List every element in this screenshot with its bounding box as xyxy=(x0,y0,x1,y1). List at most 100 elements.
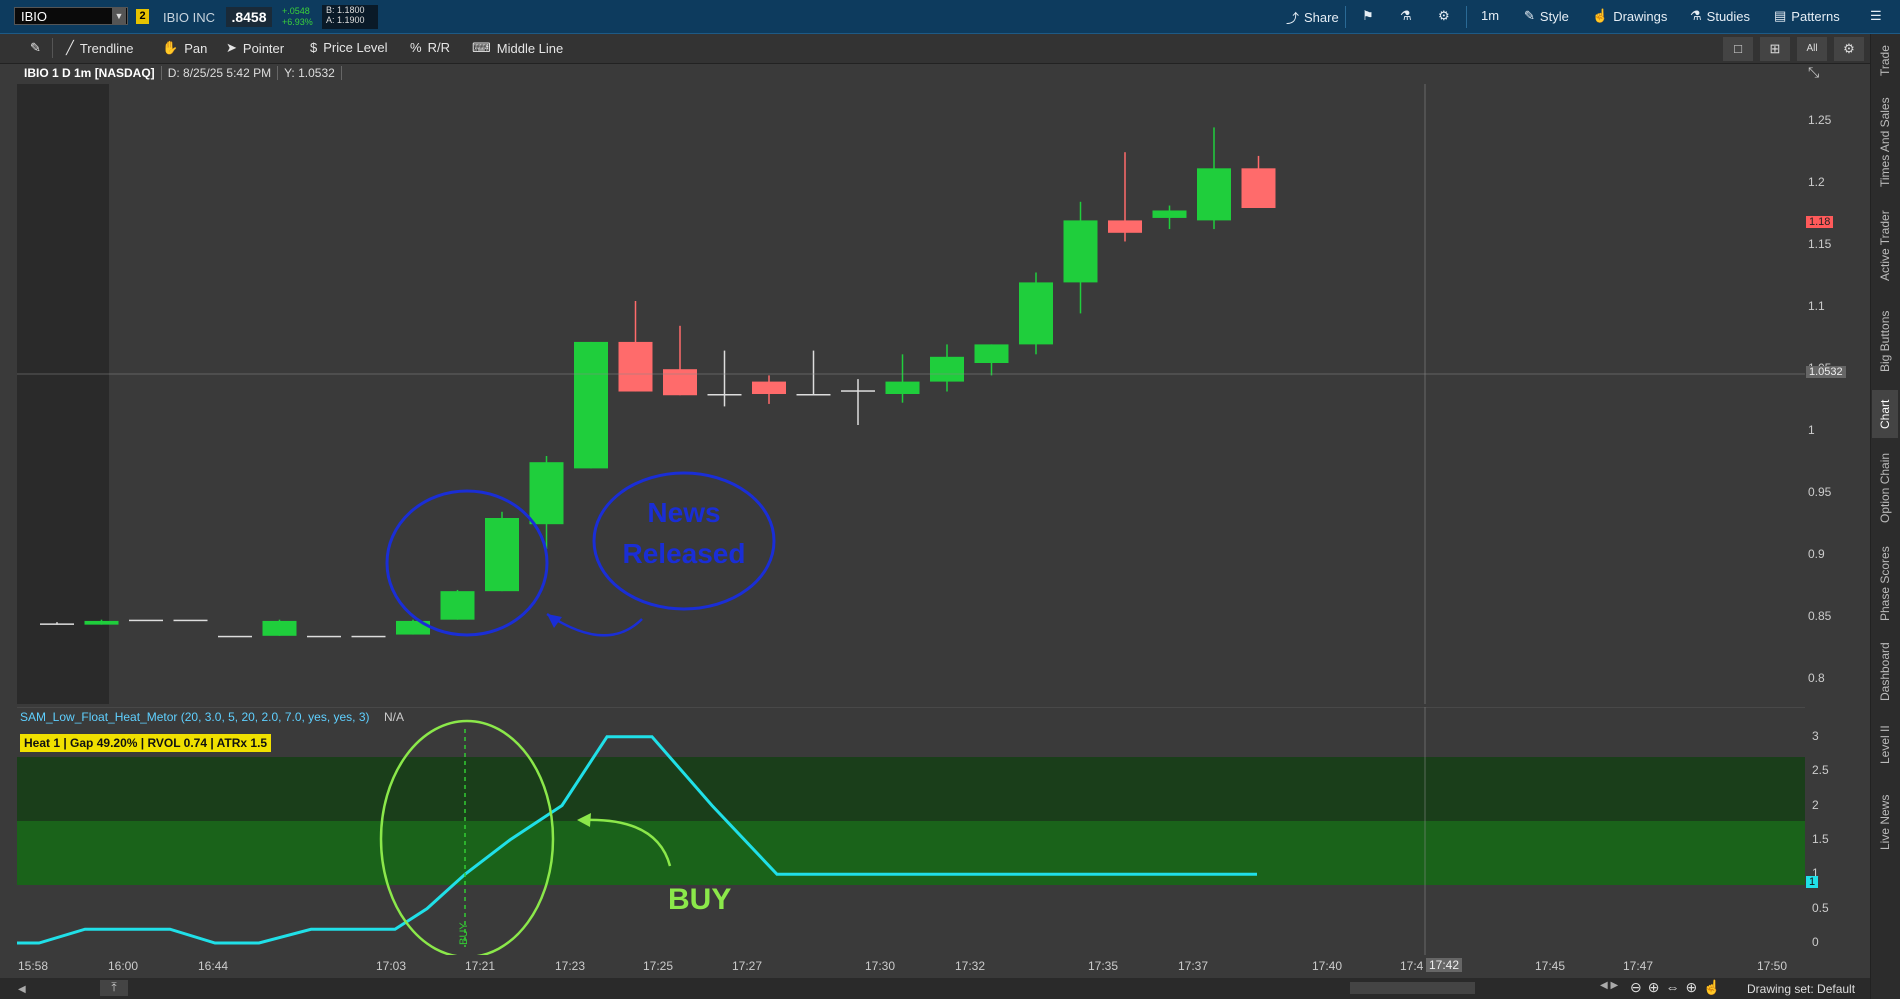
change-pct: +6.93% xyxy=(282,17,313,27)
menu-icon[interactable]: ☰ xyxy=(1870,8,1882,24)
tab-level-ii[interactable]: Level II xyxy=(1872,715,1898,775)
candle xyxy=(173,619,208,622)
divider xyxy=(1345,6,1346,28)
heat-meter-chart[interactable]: BUY BUY xyxy=(17,707,1805,955)
time-tick: 17:47 xyxy=(1623,959,1654,973)
single-layout-button[interactable]: □ xyxy=(1723,37,1753,61)
candle xyxy=(707,394,742,396)
resize-icon[interactable]: ⇔ xyxy=(1665,979,1685,995)
tab-active-trader[interactable]: Active Trader xyxy=(1872,200,1898,292)
hand-icon: ✋ xyxy=(162,40,179,55)
timeframe-button[interactable]: 1m xyxy=(1481,8,1499,23)
candle xyxy=(307,635,341,638)
heat-tick: 0.5 xyxy=(1812,900,1829,915)
pointer-tool[interactable]: ➤ Pointer xyxy=(226,40,284,56)
study-name[interactable]: SAM_Low_Float_Heat_Metor (20, 3.0, 5, 20… xyxy=(20,710,370,724)
time-tick: 17:30 xyxy=(865,959,896,973)
hand-icon: ☝ xyxy=(1592,8,1609,23)
style-button[interactable]: ✎ Style xyxy=(1524,8,1569,24)
buy-label: BUY xyxy=(668,883,731,916)
price-tick: 1 xyxy=(1808,423,1815,438)
jump-start-icon[interactable]: ⤒ xyxy=(100,980,128,996)
company-name: IBIO INC xyxy=(163,10,216,25)
tab-times-and-sales[interactable]: Times And Sales xyxy=(1872,90,1898,194)
price-axis: 1.251.21.151.11.0510.950.90.850.8 xyxy=(1808,84,1868,704)
patterns-button[interactable]: ▤ Patterns xyxy=(1774,8,1840,24)
heat-axis: 3 2.5 2 1.5 1 0.5 0 xyxy=(1808,707,1868,955)
candle xyxy=(574,341,608,469)
time-tick: 16:44 xyxy=(198,959,229,973)
tab-big-buttons[interactable]: Big Buttons xyxy=(1872,300,1898,382)
zoom-out-icon[interactable]: ⊖ xyxy=(1630,979,1648,995)
collapse-icon[interactable]: ⤡ xyxy=(1808,64,1819,81)
zoom-in-icon[interactable]: ⊕ xyxy=(1648,979,1666,995)
scrollbar-thumb[interactable] xyxy=(1350,982,1475,994)
price-chart[interactable]: News Released xyxy=(17,84,1805,704)
bid: B: 1.1800 xyxy=(326,5,365,15)
zoom-controls[interactable]: ⊖⊕⇔⊕☝ xyxy=(1630,979,1727,996)
tab-live-news[interactable]: Live News xyxy=(1872,782,1898,862)
time-tick: 17:23 xyxy=(555,959,586,973)
news-label-line2: Released xyxy=(623,538,746,569)
heat-tick: 3 xyxy=(1812,728,1819,743)
candle xyxy=(262,620,297,636)
link-badge[interactable]: 2 xyxy=(136,9,149,24)
flag-icon[interactable]: ⚑ xyxy=(1362,8,1374,24)
time-tick: 17:21 xyxy=(465,959,496,973)
chart-settings-icon[interactable]: ⚙ xyxy=(1834,37,1864,61)
candle xyxy=(1108,220,1142,233)
candle xyxy=(752,381,786,394)
candle xyxy=(663,369,697,396)
trendline-icon: ╱ xyxy=(66,40,74,55)
tab-dashboard[interactable]: Dashboard xyxy=(1872,632,1898,712)
price-level-tool[interactable]: $ Price Level xyxy=(310,40,388,55)
candle xyxy=(218,635,252,638)
drawing-set-label[interactable]: Drawing set: Default xyxy=(1747,982,1855,996)
price-tick: 1.25 xyxy=(1808,113,1832,128)
trendline-tool[interactable]: ╱ Trendline xyxy=(66,40,134,56)
time-tick: 17:4 xyxy=(1400,959,1424,973)
share-button[interactable]: ⤴ Share xyxy=(1286,8,1339,27)
drawings-button[interactable]: ☝ Drawings xyxy=(1592,8,1667,24)
candle xyxy=(930,356,964,382)
scroll-left-icon[interactable]: ◀ xyxy=(18,984,26,995)
candle xyxy=(1241,168,1276,208)
price-tick: 0.9 xyxy=(1808,547,1825,562)
crosshair-date: D: 8/25/25 5:42 PM xyxy=(162,66,279,80)
candle xyxy=(796,394,831,396)
flask-icon[interactable]: ⚗ xyxy=(1400,8,1412,24)
crosshair-icon[interactable]: ⊕ xyxy=(1685,979,1703,995)
flask-icon: ⚗ xyxy=(1690,8,1702,23)
time-axis: 15:58 16:00 16:44 17:03 17:21 17:23 17:25 17:27… xyxy=(0,955,1900,975)
grid-layout-button[interactable]: ⊞ xyxy=(1760,37,1790,61)
divider xyxy=(1466,6,1467,28)
studies-button[interactable]: ⚗ Studies xyxy=(1690,8,1750,24)
pan-tool[interactable]: ✋ Pan xyxy=(162,40,207,56)
middle-line-tool[interactable]: ⌨ Middle Line xyxy=(472,40,563,56)
gear-icon[interactable]: ⚙ xyxy=(1438,8,1450,24)
candle xyxy=(529,462,564,525)
keyboard-icon: ⌨ xyxy=(472,40,491,55)
share-icon: ⤴ xyxy=(1286,11,1300,26)
time-tick: 17:50 xyxy=(1757,959,1788,973)
time-tick: 17:25 xyxy=(643,959,674,973)
scroll-right-icon[interactable]: ◀ ▶ xyxy=(1600,980,1618,991)
symbol-input[interactable]: IBIO xyxy=(14,7,128,25)
tab-trade[interactable]: Trade xyxy=(1872,40,1898,82)
time-tick: 17:45 xyxy=(1535,959,1566,973)
pin-icon[interactable]: ✎ xyxy=(30,40,41,56)
hand-icon[interactable]: ☝ xyxy=(1703,979,1726,995)
tab-option-chain[interactable]: Option Chain xyxy=(1872,442,1898,534)
symbol-dropdown-icon[interactable]: ▼ xyxy=(112,8,126,24)
bid-ask-box: B: 1.1800 A: 1.1900 xyxy=(322,5,378,29)
tab-chart[interactable]: Chart xyxy=(1872,390,1898,438)
candle xyxy=(440,591,475,620)
all-button[interactable]: All xyxy=(1797,37,1827,61)
heat-summary: Heat 1 | Gap 49.20% | RVOL 0.74 | ATRx 1… xyxy=(20,734,272,752)
buy-signal-text: BUY xyxy=(458,922,470,945)
candle xyxy=(618,341,653,392)
rr-tool[interactable]: % R/R xyxy=(410,40,450,55)
tab-phase-scores[interactable]: Phase Scores xyxy=(1872,540,1898,628)
heat-tick: 2 xyxy=(1812,797,1819,812)
heat-band-upper xyxy=(17,757,1805,821)
